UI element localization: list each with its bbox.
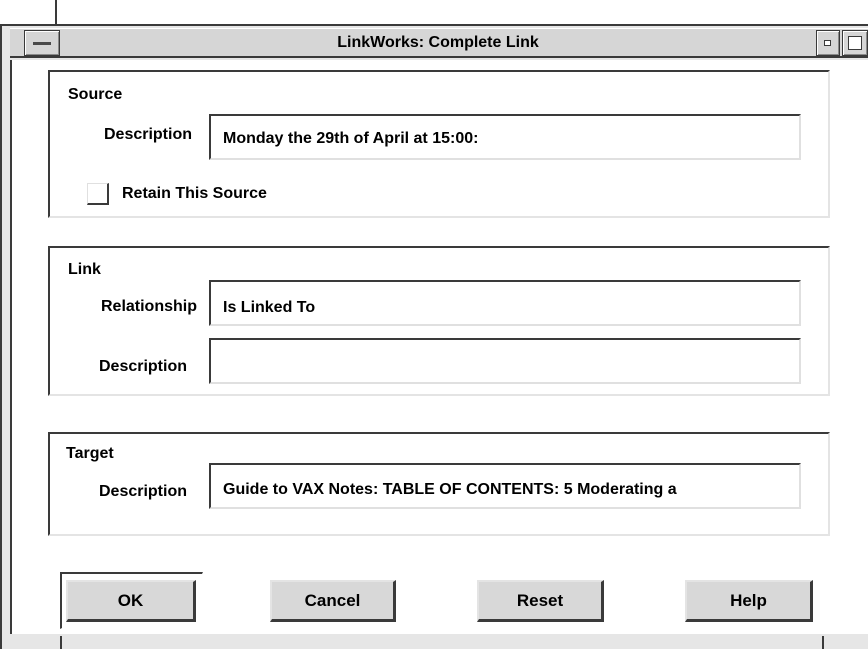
- frame-edge: [55, 0, 57, 24]
- ok-button[interactable]: OK: [66, 580, 196, 622]
- target-description-label: Description: [98, 483, 187, 500]
- source-group-label: Source: [68, 86, 123, 103]
- source-description-field[interactable]: Monday the 29th of April at 15:00:: [209, 114, 801, 160]
- help-button[interactable]: Help: [685, 580, 813, 622]
- minimize-icon: [824, 40, 831, 46]
- resize-handle-right[interactable]: [822, 636, 824, 649]
- window-menu-button[interactable]: [24, 30, 60, 56]
- minimize-button[interactable]: [816, 30, 840, 56]
- relationship-label: Relationship: [100, 298, 197, 315]
- target-group-label: Target: [66, 445, 114, 462]
- window-menu-icon: [33, 42, 51, 45]
- maximize-button[interactable]: [842, 30, 868, 56]
- link-description-field[interactable]: [209, 338, 801, 384]
- source-description-label: Description: [103, 126, 192, 143]
- link-description-label: Description: [98, 358, 187, 375]
- resize-handle-left[interactable]: [60, 636, 62, 649]
- link-group-label: Link: [68, 261, 101, 278]
- reset-button[interactable]: Reset: [477, 580, 604, 622]
- maximize-icon: [848, 36, 862, 50]
- window-title: LinkWorks: Complete Link: [337, 34, 539, 51]
- target-description-field[interactable]: Guide to VAX Notes: TABLE OF CONTENTS: 5…: [209, 463, 801, 509]
- cancel-button[interactable]: Cancel: [270, 580, 396, 622]
- window-bottom-edge: [10, 634, 868, 649]
- retain-source-checkbox[interactable]: [87, 183, 109, 205]
- retain-source-label: Retain This Source: [122, 185, 267, 202]
- frame-left-edge: [10, 600, 12, 634]
- relationship-field[interactable]: Is Linked To: [209, 280, 801, 326]
